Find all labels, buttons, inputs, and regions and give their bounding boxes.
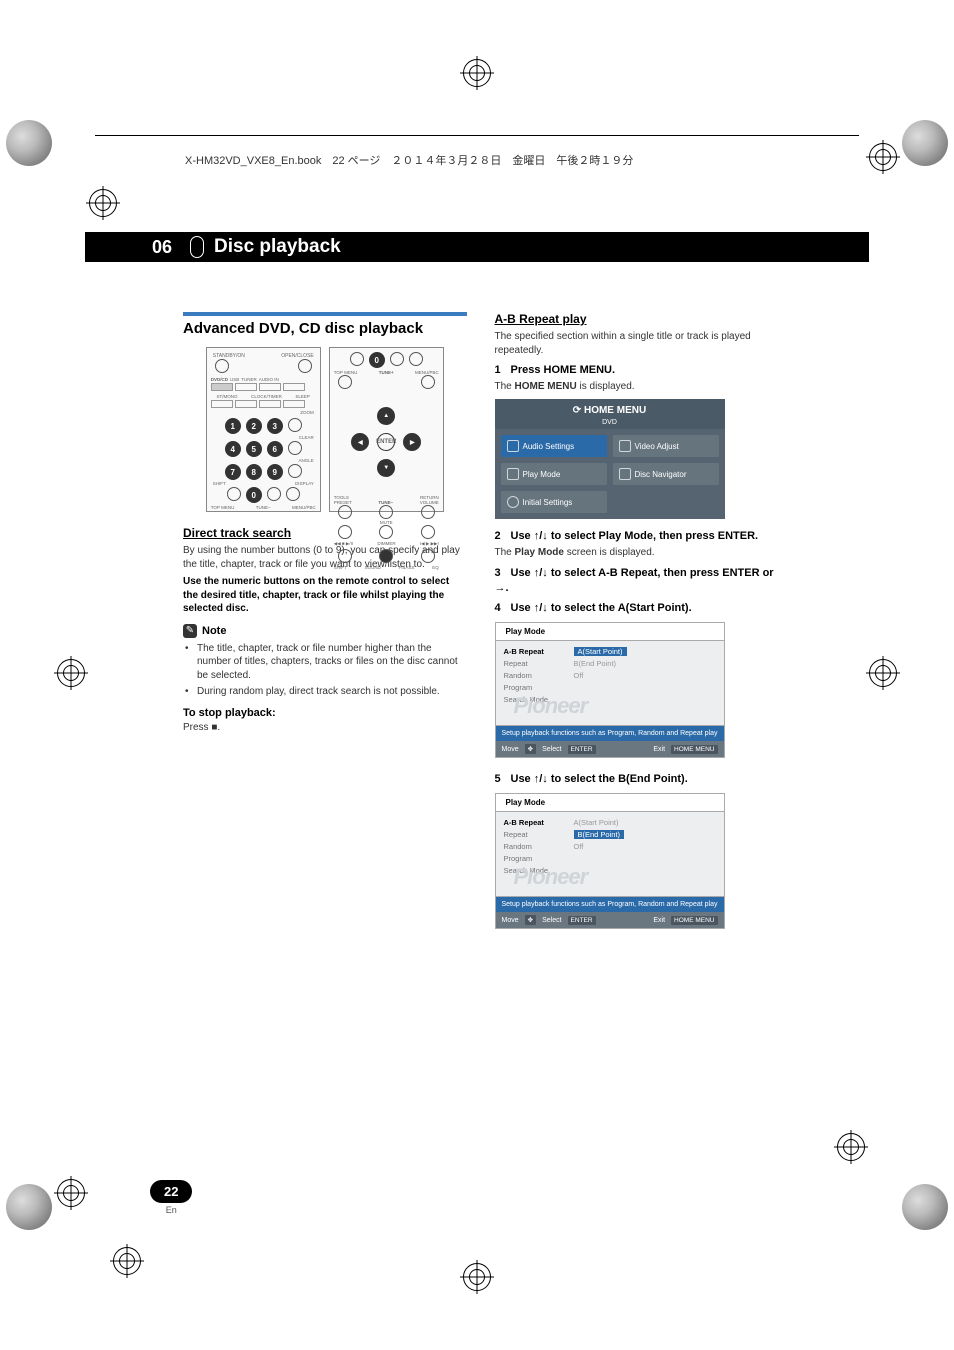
page-number-value: 22: [150, 1180, 192, 1203]
label: AUDIO IN: [259, 377, 279, 382]
remote-left: STANDBY/ON OPEN/CLOSE DVD/CD USB TUNER A…: [206, 347, 321, 512]
pm-left-item: A-B Repeat: [504, 647, 570, 656]
watermark: Pioneer: [514, 693, 588, 719]
label: CLOCK/TIMER: [251, 394, 282, 399]
label: SHIFT: [334, 565, 347, 570]
label: DVD/CD: [211, 377, 228, 382]
pm-message: Setup playback functions such as Program…: [495, 897, 725, 912]
pm-right-item: Off: [574, 671, 627, 680]
pm-left-item: Program: [504, 683, 570, 692]
registration-mark: [460, 1260, 494, 1294]
step-2: 2Use ↑/↓ to select Play Mode, then press…: [495, 529, 779, 544]
step-3: 3Use ↑/↓ to select A-B Repeat, then pres…: [495, 566, 779, 596]
paragraph: Press ■.: [183, 721, 467, 735]
paragraph: The specified section within a single ti…: [495, 330, 779, 357]
registration-mark: [866, 656, 900, 690]
label: ANGLE: [298, 458, 313, 463]
label: SHIFT: [213, 481, 226, 486]
pm-right-item: B(End Point): [574, 659, 627, 668]
note-heading: ✎ Note: [183, 624, 467, 638]
osd-home-menu: ⟳ HOME MENU DVD Audio Settings Video Adj…: [495, 399, 725, 519]
pm-right-item: A(Start Point): [574, 647, 627, 656]
note-item: The title, chapter, track or file number…: [197, 642, 467, 683]
label: EQ: [432, 565, 439, 570]
step-5: 5Use ↑/↓ to select the B(End Point).: [495, 772, 779, 787]
paragraph: The Play Mode screen is displayed.: [495, 546, 779, 560]
note-icon: ✎: [183, 624, 197, 638]
registration-mark: [86, 186, 120, 220]
section-rule: [183, 312, 467, 316]
label: CLEAR: [299, 435, 314, 440]
mini-heading-stop: To stop playback:: [183, 707, 467, 719]
chapter-number: 06: [152, 232, 172, 262]
pm-right-item: A(Start Point): [574, 818, 625, 827]
subheading-ab-repeat: A-B Repeat play: [495, 312, 779, 326]
pm-right-item: B(End Point): [574, 830, 625, 839]
label: SLEEP: [295, 394, 310, 399]
registration-mark: [54, 1176, 88, 1210]
remote-right: 0 TOP MENU TUNE+ MENU/PBC ▲ ◀ ENTER ▶ ▼ …: [329, 347, 444, 512]
pm-left-item: Random: [504, 671, 570, 680]
label: DIMMER: [377, 541, 395, 547]
label: DISPLAY: [295, 481, 314, 486]
label: TUNE+: [379, 370, 394, 375]
pm-message: Setup playback functions such as Program…: [495, 726, 725, 741]
registration-mark: [834, 1130, 868, 1164]
chapter-title: Disc playback: [214, 232, 341, 262]
osd-playmode-1: Play Mode A-B Repeat Repeat Random Progr…: [495, 622, 725, 758]
osd-item-audio: Audio Settings: [501, 435, 607, 457]
label: OPEN/CLOSE: [281, 353, 314, 359]
label: TUNE–: [256, 505, 271, 510]
left-column: Advanced DVD, CD disc playback STANDBY/O…: [183, 312, 467, 943]
registration-mark: [110, 1244, 144, 1278]
pm-right-item: Off: [574, 842, 625, 851]
label: ZOOM: [300, 410, 314, 415]
section-heading-advanced: Advanced DVD, CD disc playback: [183, 320, 467, 337]
print-mark: [902, 120, 948, 166]
note-item: During random play, direct track search …: [197, 685, 467, 699]
osd-title: ⟳ HOME MENU: [573, 405, 646, 416]
osd-item-initial: Initial Settings: [501, 491, 607, 513]
osd-subtitle: DVD: [602, 419, 617, 426]
header-rule: [95, 135, 859, 136]
osd-item-video: Video Adjust: [613, 435, 719, 457]
osd-playmode-2: Play Mode A-B Repeat Repeat Random Progr…: [495, 793, 725, 929]
pm-left-item: Random: [504, 842, 570, 851]
label: P.BASS: [399, 565, 415, 570]
right-column: A-B Repeat play The specified section wi…: [495, 312, 779, 943]
paragraph: The HOME MENU is displayed.: [495, 380, 779, 394]
print-mark: [6, 1184, 52, 1230]
chapter-divider-pill: [190, 236, 204, 258]
remote-illustrations: STANDBY/ON OPEN/CLOSE DVD/CD USB TUNER A…: [183, 347, 467, 512]
label: SOUND: [365, 565, 381, 570]
book-header-text: X-HM32VD_VXE8_En.book 22 ページ ２０１４年３月２８日 …: [185, 152, 633, 168]
registration-mark: [866, 140, 900, 174]
label: ST/MONO: [217, 394, 238, 399]
print-mark: [902, 1184, 948, 1230]
label: MENU/PBC: [292, 505, 316, 510]
registration-mark: [54, 656, 88, 690]
label: STANDBY/ON: [213, 353, 245, 359]
pm-left-item: Program: [504, 854, 570, 863]
page-lang: En: [150, 1205, 192, 1215]
pm-left-item: Repeat: [504, 659, 570, 668]
label: USB: [230, 377, 239, 382]
pm-left-item: Repeat: [504, 830, 570, 839]
osd-item-playmode: Play Mode: [501, 463, 607, 485]
pm-left-item: A-B Repeat: [504, 818, 570, 827]
registration-mark: [460, 56, 494, 90]
print-mark: [6, 120, 52, 166]
label: TOP MENU: [211, 505, 235, 510]
watermark: Pioneer: [514, 864, 588, 890]
step-4: 4Use ↑/↓ to select the A(Start Point).: [495, 601, 779, 616]
page-number: 22 En: [150, 1180, 192, 1215]
note-label: Note: [202, 625, 226, 637]
paragraph-bold: Use the numeric buttons on the remote co…: [183, 575, 467, 616]
label: TUNER: [241, 377, 257, 382]
step-1: 1Press HOME MENU.: [495, 363, 779, 378]
osd-item-discnav: Disc Navigator: [613, 463, 719, 485]
